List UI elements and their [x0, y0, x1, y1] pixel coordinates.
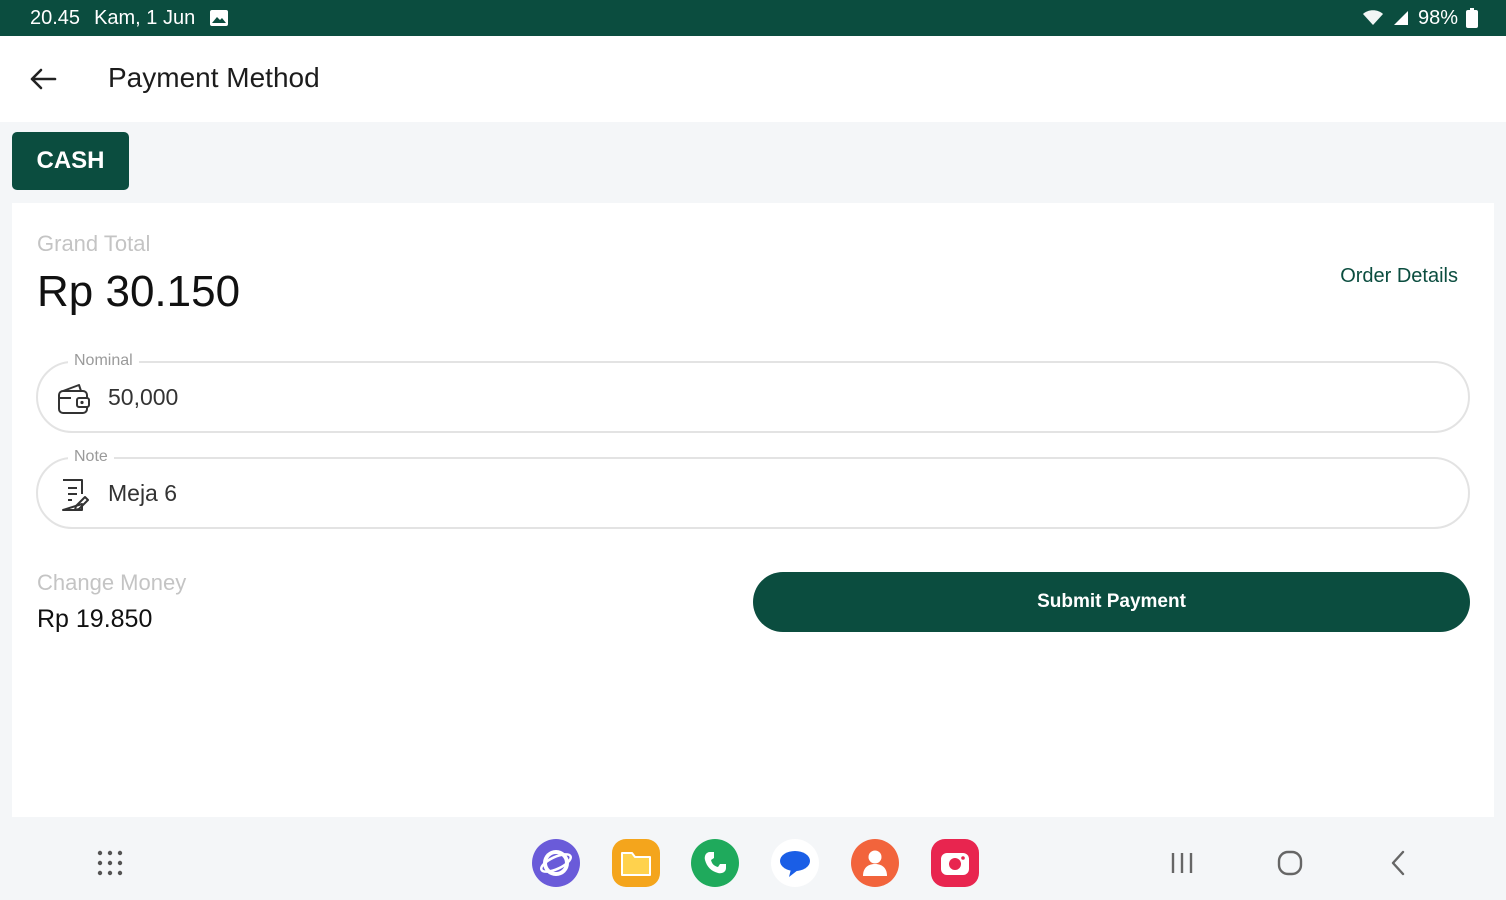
- recent-apps-button[interactable]: [1157, 838, 1207, 888]
- signal-icon: [1392, 9, 1410, 27]
- chevron-left-icon: [1391, 850, 1405, 876]
- status-date: Kam, 1 Jun: [94, 6, 196, 29]
- page-title: Payment Method: [108, 62, 320, 93]
- note-edit-icon: [56, 477, 92, 513]
- change-money-label: Change Money: [37, 570, 187, 595]
- app-bar: Payment Method: [0, 36, 1506, 122]
- submit-payment-button[interactable]: Submit Payment: [753, 572, 1470, 632]
- camera-icon[interactable]: [931, 839, 979, 887]
- order-details-link[interactable]: Order Details: [1340, 265, 1458, 288]
- status-right: 98%: [1362, 7, 1478, 30]
- nominal-field[interactable]: Nominal: [36, 351, 1470, 433]
- note-input[interactable]: [108, 473, 1438, 513]
- status-left: 20.45 Kam, 1 Jun: [30, 7, 229, 30]
- contacts-icon[interactable]: [851, 839, 899, 887]
- gallery-notification-icon: [209, 9, 229, 27]
- back-button[interactable]: [22, 58, 64, 100]
- nominal-field-label: Nominal: [68, 351, 139, 371]
- arrow-left-icon: [30, 68, 57, 90]
- tab-cash[interactable]: CASH: [12, 132, 129, 190]
- note-field[interactable]: Note: [36, 447, 1470, 529]
- grid-dots-icon: [97, 850, 123, 876]
- my-files-icon[interactable]: [612, 839, 660, 887]
- recent-apps-icon: [1171, 853, 1193, 873]
- change-money-value: Rp 19.850: [37, 605, 153, 633]
- status-bar: 20.45 Kam, 1 Jun 98%: [0, 0, 1506, 36]
- grand-total-label: Grand Total: [37, 231, 151, 256]
- status-time: 20.45: [30, 6, 81, 29]
- messages-icon[interactable]: [771, 839, 819, 887]
- battery-icon: [1466, 8, 1478, 28]
- payment-card: Grand Total Rp 30.150 Order Details Nomi…: [12, 203, 1494, 817]
- phone-icon[interactable]: [691, 839, 739, 887]
- system-back-button[interactable]: [1373, 838, 1423, 888]
- home-circle-icon: [1277, 850, 1303, 876]
- note-field-label: Note: [68, 447, 114, 467]
- battery-percent: 98%: [1417, 6, 1458, 29]
- navigation-bar: [0, 826, 1506, 900]
- internet-icon[interactable]: [532, 839, 580, 887]
- wallet-icon: [56, 381, 92, 417]
- nominal-input[interactable]: [108, 377, 1438, 417]
- home-button[interactable]: [1265, 838, 1315, 888]
- wifi-icon: [1362, 9, 1384, 27]
- app-drawer-button[interactable]: [85, 838, 135, 888]
- grand-total-value: Rp 30.150: [37, 267, 241, 316]
